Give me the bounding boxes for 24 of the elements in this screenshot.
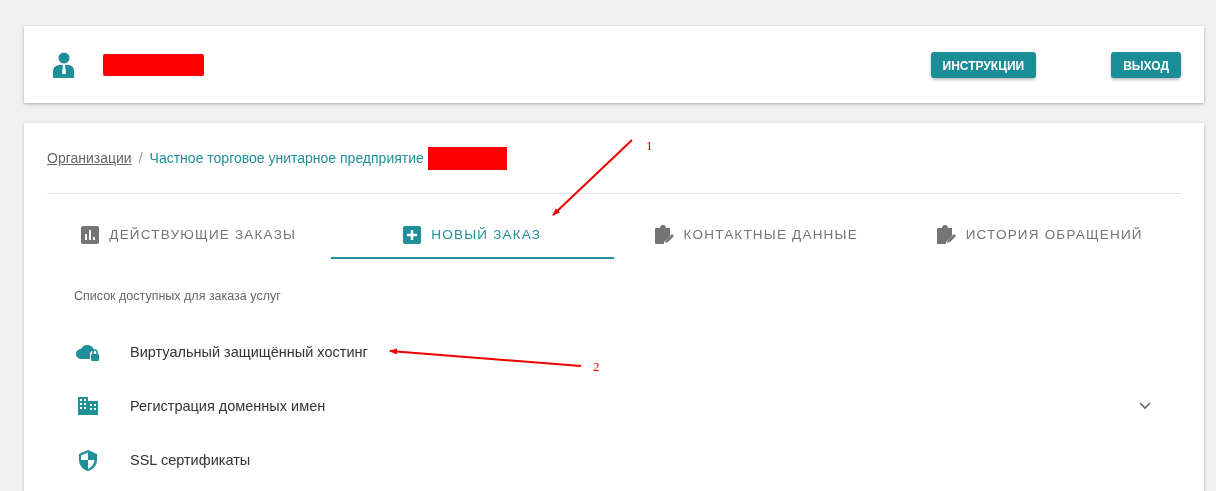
shield-icon	[78, 449, 97, 471]
logout-button[interactable]: ВЫХОД	[1111, 51, 1181, 78]
instructions-button[interactable]: ИНСТРУКЦИИ	[930, 51, 1037, 78]
annotation-number: 2	[593, 359, 600, 375]
user-icon	[53, 51, 75, 78]
tab[interactable]: ИСТОРИЯ ОБРАЩЕНИЙ	[897, 212, 1181, 259]
bar-chart-icon	[81, 225, 100, 244]
tab[interactable]: НОВЫЙ ЗАКАЗ	[330, 212, 614, 259]
clipboard-edit-icon	[935, 224, 956, 245]
breadcrumb-separator: /	[138, 150, 143, 166]
annotation-number: 1	[646, 138, 653, 154]
tab[interactable]: КОНТАКТНЫЕ ДАННЫЕ	[614, 212, 898, 259]
building-icon	[77, 397, 98, 415]
tab[interactable]: ДЕЙСТВУЮЩИЕ ЗАКАЗЫ	[47, 212, 331, 259]
service-link[interactable]: SSL сертификаты	[130, 452, 251, 468]
cloud-lock-icon	[75, 343, 100, 361]
add-icon	[403, 225, 422, 244]
service-link[interactable]: Регистрация доменных имен	[130, 398, 326, 414]
breadcrumb-link[interactable]: Организации	[47, 150, 132, 166]
section-title: Список доступных для заказа услуг	[74, 289, 282, 303]
chevron-down-icon[interactable]	[1139, 402, 1151, 410]
breadcrumb-current: Частное торговое унитарное предприятие	[149, 150, 424, 166]
clipboard-edit-icon	[653, 224, 674, 245]
service-link[interactable]: Виртуальный защищённый хостинг	[130, 344, 368, 360]
